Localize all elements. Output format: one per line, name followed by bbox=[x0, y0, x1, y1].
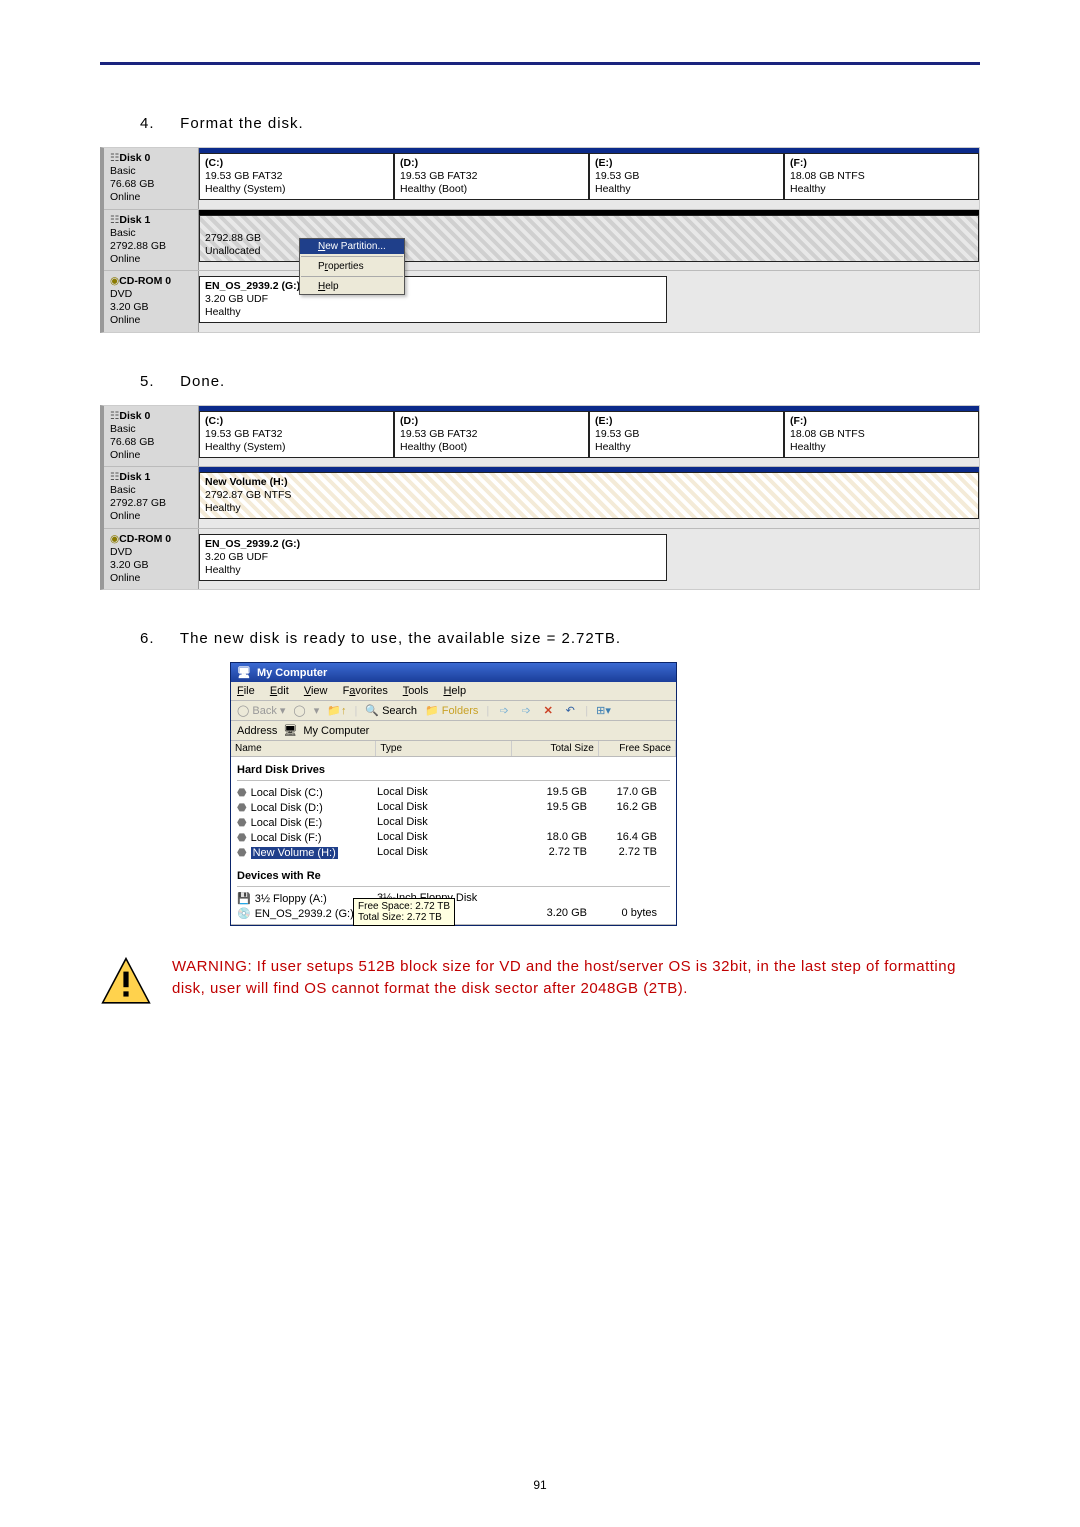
toolbar: ◯ Back ▾ ◯ ▾ 📁↑ | 🔍 Search 📁 Folders | ➩… bbox=[231, 701, 676, 721]
disk-icon: ⬣ bbox=[237, 816, 247, 829]
warning-icon bbox=[100, 956, 152, 1008]
forward-button[interactable]: ◯ bbox=[293, 704, 305, 717]
explorer-window: 🖥 My Computer File Edit View Favorites T… bbox=[230, 662, 677, 926]
disk0-info: ☷Disk 0 Basic76.68 GBOnline bbox=[104, 148, 199, 209]
address-bar: Address 🖥 My Computer bbox=[231, 721, 676, 741]
partition-g[interactable]: EN_OS_2939.2 (G:)3.20 GB UDFHealthy bbox=[199, 276, 667, 323]
drive-row[interactable]: ⬣Local Disk (C:)Local Disk19.5 GB17.0 GB bbox=[237, 785, 670, 800]
partition-d[interactable]: (D:)19.53 GB FAT32Healthy (Boot) bbox=[394, 411, 589, 458]
window-title: My Computer bbox=[257, 667, 327, 679]
tooltip: Free Space: 2.72 TBTotal Size: 2.72 TB bbox=[353, 898, 455, 926]
col-type[interactable]: Type bbox=[376, 741, 512, 756]
partition-e[interactable]: (E:)19.53 GBHealthy bbox=[589, 411, 784, 458]
disk-mgmt-2: ☷Disk 0 Basic76.68 GBOnline (C:)19.53 GB… bbox=[100, 405, 980, 591]
floppy-icon: 💾 bbox=[237, 892, 251, 905]
disk-icon: ☷ bbox=[110, 152, 119, 164]
step-6: 6. The new disk is ready to use, the ava… bbox=[140, 630, 980, 647]
disk-mgmt-1: ☷Disk 0 Basic76.68 GBOnline (C:)19.53 GB… bbox=[100, 147, 980, 333]
context-menu: NNew Partition...ew Partition... Propert… bbox=[299, 238, 405, 295]
address-value[interactable]: My Computer bbox=[303, 725, 670, 737]
disk-icon: ⬣ bbox=[237, 846, 247, 859]
col-name[interactable]: Name bbox=[231, 741, 376, 756]
step-text: Format the disk. bbox=[180, 115, 304, 132]
step-text: Done. bbox=[180, 373, 225, 390]
group-removable: Devices with Re bbox=[237, 866, 670, 887]
warning-block: WARNING: If user setups 512B block size … bbox=[100, 956, 980, 1008]
drive-row[interactable]: ⬣Local Disk (E:)Local Disk bbox=[237, 815, 670, 830]
cd-icon: 💿 bbox=[237, 907, 251, 920]
up-button[interactable]: 📁↑ bbox=[327, 704, 346, 717]
menu-properties[interactable]: Properties bbox=[300, 259, 404, 274]
drive-row[interactable]: ⬣Local Disk (D:)Local Disk19.5 GB16.2 GB bbox=[237, 800, 670, 815]
partition-c[interactable]: (C:)19.53 GB FAT32Healthy (System) bbox=[199, 153, 394, 200]
menu-view[interactable]: View bbox=[304, 685, 328, 697]
menu-file[interactable]: File bbox=[237, 685, 255, 697]
cdrom-icon: ◉ bbox=[110, 275, 119, 287]
step-text: The new disk is ready to use, the availa… bbox=[180, 630, 621, 647]
back-button[interactable]: ◯ Back ▾ bbox=[237, 704, 285, 717]
partition-h[interactable]: New Volume (H:)2792.87 GB NTFSHealthy bbox=[199, 472, 979, 519]
menu-favorites[interactable]: Favorites bbox=[343, 685, 388, 697]
delete-icon[interactable]: ✕ bbox=[541, 704, 555, 717]
folders-button[interactable]: 📁 Folders bbox=[425, 704, 478, 717]
step-4: 4. Format the disk. bbox=[140, 115, 980, 132]
cdrom-icon: ◉ bbox=[110, 533, 119, 545]
disk1-info: ☷Disk 1 Basic2792.87 GBOnline bbox=[104, 467, 199, 528]
column-headers: Name Type Total Size Free Space bbox=[231, 741, 676, 757]
group-hdd: Hard Disk Drives bbox=[237, 760, 670, 781]
title-bar: 🖥 My Computer bbox=[231, 663, 676, 682]
copyto-icon[interactable]: ➩ bbox=[519, 704, 533, 717]
step-num: 4. bbox=[140, 115, 175, 132]
menu-new-partition[interactable]: NNew Partition...ew Partition... bbox=[300, 239, 404, 254]
disk-icon: ☷ bbox=[110, 471, 119, 483]
col-free[interactable]: Free Space bbox=[599, 741, 676, 756]
disk-icon: ⬣ bbox=[237, 786, 247, 799]
step-num: 6. bbox=[140, 630, 175, 647]
partition-d[interactable]: (D:)19.53 GB FAT32Healthy (Boot) bbox=[394, 153, 589, 200]
search-button[interactable]: 🔍 Search bbox=[365, 704, 417, 717]
disk1-info: ☷Disk 1 Basic2792.88 GBOnline bbox=[104, 210, 199, 271]
moveto-icon[interactable]: ➩ bbox=[497, 704, 511, 717]
menu-help[interactable]: Help bbox=[300, 279, 404, 294]
drive-row[interactable]: ⬣Local Disk (F:)Local Disk18.0 GB16.4 GB bbox=[237, 830, 670, 845]
step-num: 5. bbox=[140, 373, 175, 390]
partition-f[interactable]: (F:)18.08 GB NTFSHealthy bbox=[784, 411, 979, 458]
disk-icon: ☷ bbox=[110, 410, 119, 422]
col-size[interactable]: Total Size bbox=[512, 741, 599, 756]
disk-icon: ⬣ bbox=[237, 801, 247, 814]
partition-e[interactable]: (E:)19.53 GBHealthy bbox=[589, 153, 784, 200]
disk-icon: ☷ bbox=[110, 214, 119, 226]
menu-edit[interactable]: Edit bbox=[270, 685, 289, 697]
menu-help[interactable]: Help bbox=[443, 685, 466, 697]
partition-c[interactable]: (C:)19.53 GB FAT32Healthy (System) bbox=[199, 411, 394, 458]
address-label: Address bbox=[237, 725, 277, 737]
computer-icon: 🖥 bbox=[283, 724, 297, 737]
views-icon[interactable]: ⊞▾ bbox=[596, 704, 610, 717]
disk0-info: ☷Disk 0 Basic76.68 GBOnline bbox=[104, 406, 199, 467]
partition-f[interactable]: (F:)18.08 GB NTFSHealthy bbox=[784, 153, 979, 200]
menu-tools[interactable]: Tools bbox=[403, 685, 429, 697]
menu-bar: File Edit View Favorites Tools Help bbox=[231, 682, 676, 701]
step-5: 5. Done. bbox=[140, 373, 980, 390]
warning-text: WARNING: If user setups 512B block size … bbox=[172, 956, 980, 1000]
computer-icon: 🖥 bbox=[237, 666, 251, 679]
cdrom-info: ◉CD-ROM 0 DVD3.20 GBOnline bbox=[104, 271, 199, 332]
undo-icon[interactable]: ↶ bbox=[563, 704, 577, 717]
drive-row-selected[interactable]: ⬣New Volume (H:)Local Disk2.72 TB2.72 TB bbox=[237, 845, 670, 860]
disk-icon: ⬣ bbox=[237, 831, 247, 844]
cdrom-info: ◉CD-ROM 0 DVD3.20 GBOnline bbox=[104, 529, 199, 590]
partition-g[interactable]: EN_OS_2939.2 (G:)3.20 GB UDFHealthy bbox=[199, 534, 667, 581]
page-number: 91 bbox=[0, 1478, 1080, 1492]
